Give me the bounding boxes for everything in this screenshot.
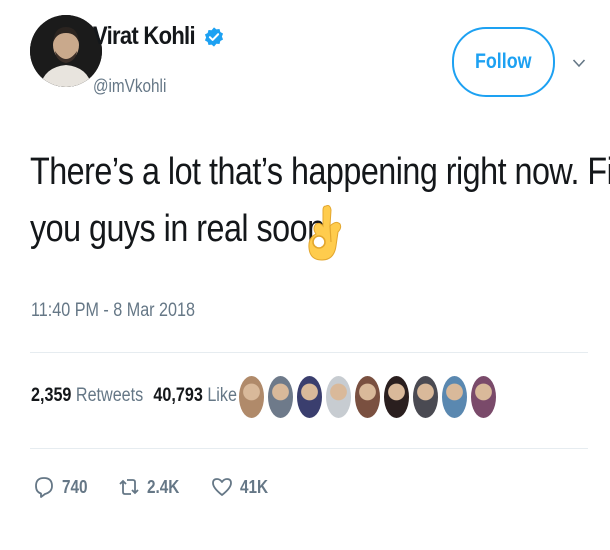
tweet-stats: 2,359 Retweets 40,793 Likes — [31, 385, 255, 407]
reply-button[interactable]: 740 — [33, 475, 92, 499]
heart-icon — [212, 478, 232, 496]
liker-avatar[interactable] — [382, 374, 411, 420]
author-handle[interactable]: @imVkohli — [93, 76, 166, 97]
tweet-actions: 740 2.4K 41K — [33, 475, 299, 499]
liker-avatar[interactable] — [469, 374, 498, 420]
reply-icon — [35, 477, 53, 498]
likes-count: 40,793 — [153, 385, 203, 406]
reply-count: 740 — [62, 476, 88, 497]
liker-avatar[interactable] — [440, 374, 469, 420]
tweet-timestamp[interactable]: 11:40 PM - 8 Mar 2018 — [31, 300, 195, 322]
tweet-text: There’s a lot that’s happening right now… — [30, 144, 610, 258]
liker-avatar[interactable] — [295, 374, 324, 420]
author-name-row: Virat Kohli — [93, 22, 225, 51]
author-name[interactable]: Virat Kohli — [93, 22, 196, 51]
divider-top — [30, 352, 588, 353]
retweet-icon — [119, 479, 139, 495]
follow-button[interactable]: Follow — [452, 27, 555, 97]
follow-button-label: Follow — [475, 50, 532, 73]
liker-avatar[interactable] — [353, 374, 382, 420]
retweets-label: Retweets — [75, 385, 144, 406]
retweet-button[interactable]: 2.4K — [118, 475, 185, 499]
divider-bottom — [30, 448, 588, 449]
retweets-stat[interactable]: 2,359 Retweets — [31, 385, 143, 406]
liker-avatar[interactable] — [411, 374, 440, 420]
retweets-count: 2,359 — [31, 385, 72, 406]
like-count: 41K — [240, 476, 269, 497]
tweet-card: Virat Kohli @imVkohli Follow There’s a l… — [0, 0, 610, 550]
tweet-text-line-1: There’s a lot that’s happening right now… — [30, 151, 610, 193]
like-button[interactable]: 41K — [211, 475, 273, 499]
avatar-image — [30, 15, 102, 87]
retweet-count: 2.4K — [147, 476, 180, 497]
tweet-text-line-2: you guys in real soon! — [30, 208, 334, 250]
author-avatar[interactable] — [30, 15, 102, 87]
liker-avatar[interactable] — [237, 374, 266, 420]
ok-hand-emoji-icon — [308, 205, 342, 261]
liker-avatar[interactable] — [266, 374, 295, 420]
likes-stat[interactable]: 40,793 Likes — [153, 385, 245, 406]
verified-badge-icon — [204, 26, 223, 47]
chevron-down-icon[interactable] — [572, 58, 586, 68]
liker-avatar[interactable] — [324, 374, 353, 420]
